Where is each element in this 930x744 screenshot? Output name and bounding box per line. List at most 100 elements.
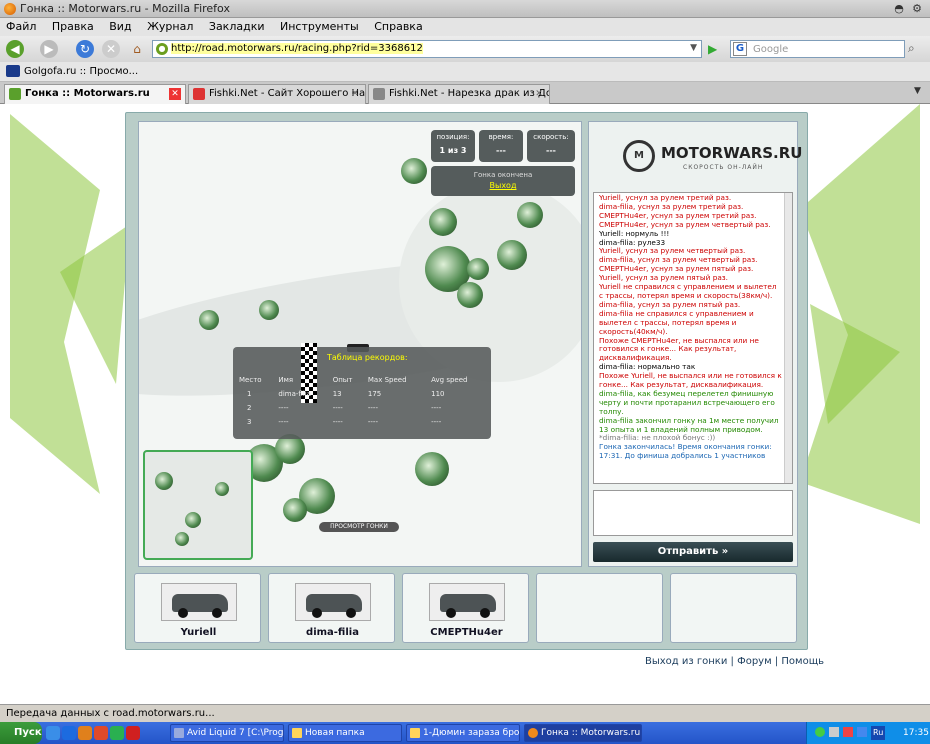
col-place: Место <box>239 376 262 384</box>
hud-position: позиция: 1 из 3 <box>431 130 475 162</box>
car-thumbnail <box>429 583 505 621</box>
firefox-icon[interactable] <box>78 726 92 740</box>
cell: ---- <box>332 418 343 426</box>
google-icon[interactable]: G <box>733 42 747 56</box>
window-titlebar: Гонка :: Motorwars.ru - Mozilla Firefox … <box>0 0 930 18</box>
task-folder-2[interactable]: 1-Дюмин зараза брось <box>406 724 520 742</box>
firefox-icon <box>4 3 16 15</box>
footer-links: Выход из гонки | Форум | Помощь <box>645 656 824 667</box>
firefox-icon <box>528 728 538 738</box>
url-bar[interactable]: ● http://road.motorwars.ru/racing.php?ri… <box>152 40 702 58</box>
menu-bookmarks[interactable]: Закладки <box>203 18 271 35</box>
search-box[interactable]: G Google <box>730 40 905 58</box>
send-button[interactable]: Отправить » <box>593 542 793 562</box>
chat-scrollbar[interactable] <box>784 193 792 483</box>
minimize-icon[interactable]: ◓ <box>892 2 906 16</box>
chat-message: Похоже Yuriell, не выспался или не готов… <box>599 371 782 390</box>
player-name: СМЕРТНu4er <box>430 627 503 638</box>
cell: ---- <box>278 404 289 412</box>
fishki-favicon <box>193 88 205 100</box>
menu-bar: Файл Правка Вид Журнал Закладки Инструме… <box>0 18 930 36</box>
stop-icon[interactable]: ✕ <box>102 40 120 58</box>
back-icon[interactable]: ◀ <box>6 40 24 58</box>
chat-message: dima-filia закончил гонку на 1м месте по… <box>599 415 779 434</box>
tab-fishki-2[interactable]: Fishki.Net - Нарезка драк из Дома-2 |...… <box>368 84 550 104</box>
messenger-icon[interactable] <box>857 727 867 737</box>
chat-message: Гонка закончилась! Время окончания гонки… <box>599 442 772 461</box>
home-icon[interactable]: ⌂ <box>128 40 146 58</box>
task-avid-liquid[interactable]: Avid Liquid 7 [C:\Progra... <box>170 724 284 742</box>
task-firefox[interactable]: Гонка :: Motorwars.ru... <box>524 724 642 742</box>
menu-view[interactable]: Вид <box>103 18 137 35</box>
go-icon[interactable]: ▶ <box>708 42 717 56</box>
chat-input[interactable] <box>593 490 793 536</box>
bookmark-favicon <box>6 65 20 77</box>
antivirus-icon[interactable] <box>843 727 853 737</box>
task-folder[interactable]: Новая папка <box>288 724 402 742</box>
cell: 110 <box>431 390 445 398</box>
race-finished-box: Гонка окончена Выход <box>431 166 575 196</box>
close-tab-icon[interactable]: ✕ <box>169 88 181 100</box>
minimap <box>143 450 253 560</box>
app-icon[interactable] <box>126 726 140 740</box>
close-tab-icon[interactable]: ✕ <box>349 88 361 100</box>
network-icon[interactable] <box>815 727 825 737</box>
menu-file[interactable]: Файл <box>0 18 42 35</box>
cell: ---- <box>332 404 343 412</box>
separator: | <box>730 656 734 667</box>
forum-link[interactable]: Форум <box>737 656 772 667</box>
exit-race-link[interactable]: Выход из гонки <box>645 656 727 667</box>
cell: ---- <box>367 418 378 426</box>
app-icon[interactable] <box>110 726 124 740</box>
language-indicator[interactable]: Ru <box>871 726 886 740</box>
position-value: 1 из 3 <box>439 146 467 155</box>
menu-history[interactable]: Журнал <box>141 18 199 35</box>
site-identity-icon[interactable]: ● <box>156 43 168 55</box>
reload-icon[interactable]: ↻ <box>76 40 94 58</box>
forward-icon[interactable]: ▶ <box>40 40 58 58</box>
start-button[interactable]: Пуск <box>0 722 42 744</box>
separator: | <box>774 656 779 667</box>
close-tab-icon[interactable]: ✕ <box>533 88 545 100</box>
bookmark-golgofa[interactable]: Golgofa.ru :: Просмо... <box>24 66 138 77</box>
table-row: 3 ---- ---- ---- ---- <box>237 415 489 429</box>
task-label: Новая папка <box>305 728 365 738</box>
chat-message: dima-filia, как безумец перелетел финишн… <box>599 388 775 416</box>
player-slot-2[interactable]: dima-filia <box>268 573 395 643</box>
desktop-icon[interactable] <box>46 726 60 740</box>
player-slot-empty <box>670 573 797 643</box>
opera-icon[interactable] <box>94 726 108 740</box>
settings-icon[interactable]: ⚙ <box>910 2 924 16</box>
tab-list-icon[interactable]: ▼ <box>914 86 921 96</box>
player-slot-1[interactable]: Yuriell <box>134 573 261 643</box>
hud-time: время: --- <box>479 130 523 162</box>
search-icon[interactable]: ⌕ <box>908 41 915 56</box>
replay-button[interactable]: ПРОСМОТР ГОНКИ <box>319 522 399 532</box>
window-title: Гонка :: Motorwars.ru - Mozilla Firefox <box>20 2 230 15</box>
menu-tools[interactable]: Инструменты <box>274 18 365 35</box>
menu-help[interactable]: Справка <box>368 18 428 35</box>
player-name: dima-filia <box>306 627 359 638</box>
chat-log[interactable]: Yuriell, уснул за рулем третий раз. dima… <box>593 192 793 484</box>
table-row: 1 dima-filia 13 175 110 <box>237 387 489 401</box>
hud-speed: скорость: --- <box>527 130 575 162</box>
logo-name: MOTORWARS.RU <box>661 144 803 162</box>
game-frame: позиция: 1 из 3 время: --- скорость: ---… <box>125 112 808 650</box>
volume-icon[interactable] <box>829 727 839 737</box>
position-label: позиция: <box>436 133 470 141</box>
race-track-view[interactable]: позиция: 1 из 3 время: --- скорость: ---… <box>138 121 582 567</box>
exit-link[interactable]: Выход <box>431 181 575 190</box>
menu-edit[interactable]: Правка <box>46 18 100 35</box>
status-bar: Передача данных с road.motorwars.ru... <box>0 704 930 722</box>
col-exp: Опыт <box>332 376 353 384</box>
cell: ---- <box>278 418 289 426</box>
ie-icon[interactable] <box>62 726 76 740</box>
cell: dima-filia <box>278 390 312 398</box>
help-link[interactable]: Помощь <box>781 656 824 667</box>
chat-panel: M MOTORWARS.RU СКОРОСТЬ ОН-ЛАЙН Yuriell,… <box>588 121 802 567</box>
player-slot-3[interactable]: СМЕРТНu4er <box>402 573 529 643</box>
tab-fishki-1[interactable]: Fishki.Net - Сайт Хорошего Настроен... ✕ <box>188 84 366 104</box>
url-dropdown-icon[interactable]: ▼ <box>690 43 697 53</box>
tab-motorwars[interactable]: Гонка :: Motorwars.ru ✕ <box>4 84 186 104</box>
url-text: http://road.motorwars.ru/racing.php?rid=… <box>171 43 423 54</box>
